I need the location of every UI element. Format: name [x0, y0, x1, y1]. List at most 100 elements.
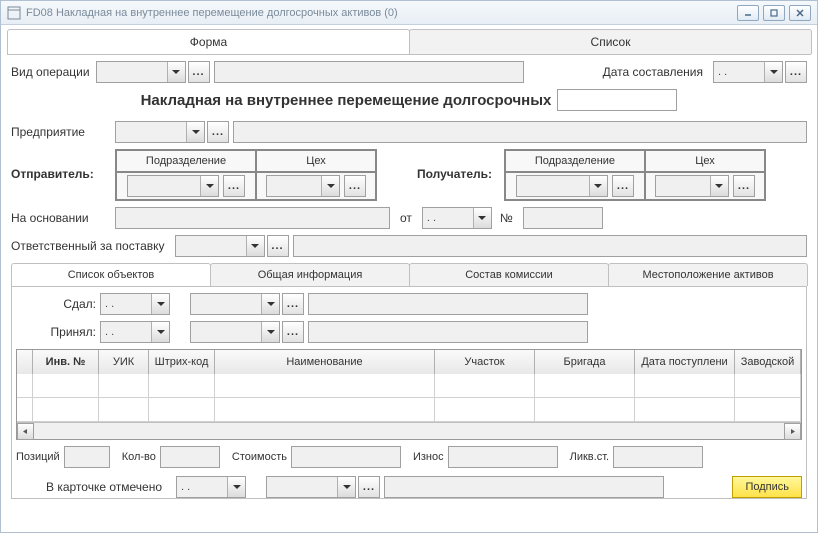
app-icon	[7, 6, 21, 20]
label-wear: Износ	[413, 451, 444, 463]
sender-table: Подразделение Цех ... ...	[115, 149, 377, 201]
chevron-down-icon[interactable]	[473, 208, 491, 228]
handed-person-desc	[308, 293, 588, 315]
tab-form[interactable]: Форма	[7, 29, 410, 54]
maximize-button[interactable]	[763, 5, 785, 21]
th-recv-subdivision: Подразделение	[505, 150, 645, 172]
label-qty: Кол-во	[122, 451, 156, 463]
receiver-workshop-combo[interactable]	[655, 175, 729, 197]
minimize-button[interactable]	[737, 5, 759, 21]
doc-date-combo[interactable]: . .	[713, 61, 783, 83]
label-handed: Сдал:	[16, 297, 96, 311]
tab-general[interactable]: Общая информация	[210, 263, 410, 286]
card-person-combo[interactable]	[266, 476, 356, 498]
sign-button[interactable]: Подпись	[732, 476, 802, 498]
receiver-table: Подразделение Цех ... ...	[504, 149, 766, 201]
titlebar: FD08 Накладная на внутреннее перемещение…	[1, 1, 817, 25]
table-row[interactable]	[17, 398, 801, 422]
sender-subdivision-lookup[interactable]: ...	[223, 175, 245, 197]
responsible-desc	[293, 235, 807, 257]
doc-number-input[interactable]	[557, 89, 677, 111]
handed-person-combo[interactable]	[190, 293, 280, 315]
detail-tabs: Список объектов Общая информация Состав …	[11, 263, 807, 287]
chevron-down-icon[interactable]	[246, 236, 264, 256]
doc-date-lookup[interactable]: ...	[785, 61, 807, 83]
handed-person-lookup[interactable]: ...	[282, 293, 304, 315]
sender-workshop-lookup[interactable]: ...	[344, 175, 366, 197]
enterprise-desc	[233, 121, 807, 143]
card-person-lookup[interactable]: ...	[358, 476, 380, 498]
col-brigade[interactable]: Бригада	[535, 350, 635, 374]
tab-commission[interactable]: Состав комиссии	[409, 263, 609, 286]
tab-location[interactable]: Местоположение активов	[608, 263, 808, 286]
handed-date-combo[interactable]: . .	[100, 293, 170, 315]
tab-objects[interactable]: Список объектов	[11, 263, 211, 286]
label-positions: Позиций	[16, 451, 60, 463]
label-cost: Стоимость	[232, 451, 287, 463]
col-uik[interactable]: УИК	[99, 350, 149, 374]
col-factory[interactable]: Заводской	[735, 350, 801, 374]
label-enterprise: Предприятие	[11, 125, 109, 139]
receiver-subdivision-lookup[interactable]: ...	[612, 175, 634, 197]
card-date-combo[interactable]: . .	[176, 476, 246, 498]
horizontal-scrollbar[interactable]	[17, 422, 801, 439]
cost-value	[291, 446, 401, 468]
based-on-input[interactable]	[115, 207, 390, 229]
window-title: FD08 Накладная на внутреннее перемещение…	[26, 7, 398, 19]
col-receipt-date[interactable]: Дата поступлени	[635, 350, 735, 374]
scroll-right-button[interactable]	[784, 423, 801, 440]
received-date-combo[interactable]: . .	[100, 321, 170, 343]
col-area[interactable]: Участок	[435, 350, 535, 374]
enterprise-lookup[interactable]: ...	[207, 121, 229, 143]
chevron-down-icon[interactable]	[710, 176, 728, 196]
received-person-lookup[interactable]: ...	[282, 321, 304, 343]
th-sender-workshop: Цех	[256, 150, 376, 172]
chevron-down-icon[interactable]	[151, 294, 169, 314]
received-person-combo[interactable]	[190, 321, 280, 343]
chevron-down-icon[interactable]	[764, 62, 782, 82]
operation-type-desc	[214, 61, 524, 83]
responsible-lookup[interactable]: ...	[267, 235, 289, 257]
chevron-down-icon[interactable]	[151, 322, 169, 342]
operation-type-lookup[interactable]: ...	[188, 61, 210, 83]
label-sender: Отправитель:	[11, 149, 109, 181]
label-card-marked: В карточке отмечено	[46, 480, 162, 494]
received-person-desc	[308, 321, 588, 343]
app-window: FD08 Накладная на внутреннее перемещение…	[0, 0, 818, 533]
table-row[interactable]	[17, 374, 801, 398]
col-inv-no[interactable]: Инв. №	[33, 350, 99, 374]
chevron-down-icon[interactable]	[321, 176, 339, 196]
chevron-down-icon[interactable]	[337, 477, 355, 497]
sender-workshop-combo[interactable]	[266, 175, 340, 197]
tab-list[interactable]: Список	[409, 29, 812, 54]
card-person-desc	[384, 476, 664, 498]
col-name[interactable]: Наименование	[215, 350, 435, 374]
close-button[interactable]	[789, 5, 811, 21]
objects-grid[interactable]: Инв. № УИК Штрих-код Наименование Участо…	[16, 349, 802, 440]
chevron-down-icon[interactable]	[227, 477, 245, 497]
label-responsible: Ответственный за поставку	[11, 239, 165, 253]
positions-value	[64, 446, 110, 468]
label-salvage: Ликв.ст.	[570, 451, 609, 463]
scroll-left-button[interactable]	[17, 423, 34, 440]
chevron-down-icon[interactable]	[167, 62, 185, 82]
col-barcode[interactable]: Штрих-код	[149, 350, 215, 374]
chevron-down-icon[interactable]	[200, 176, 218, 196]
sender-subdivision-combo[interactable]	[127, 175, 219, 197]
chevron-down-icon[interactable]	[589, 176, 607, 196]
th-sender-subdivision: Подразделение	[116, 150, 256, 172]
receiver-workshop-lookup[interactable]: ...	[733, 175, 755, 197]
responsible-combo[interactable]	[175, 235, 265, 257]
operation-type-combo[interactable]	[96, 61, 186, 83]
wear-value	[448, 446, 558, 468]
from-date-combo[interactable]: . .	[422, 207, 492, 229]
chevron-down-icon[interactable]	[186, 122, 204, 142]
enterprise-combo[interactable]	[115, 121, 205, 143]
label-number: №	[500, 211, 513, 225]
label-operation-type: Вид операции	[11, 65, 90, 79]
chevron-down-icon[interactable]	[261, 322, 279, 342]
based-number-input[interactable]	[523, 207, 603, 229]
receiver-subdivision-combo[interactable]	[516, 175, 608, 197]
chevron-down-icon[interactable]	[261, 294, 279, 314]
label-received: Принял:	[16, 325, 96, 339]
